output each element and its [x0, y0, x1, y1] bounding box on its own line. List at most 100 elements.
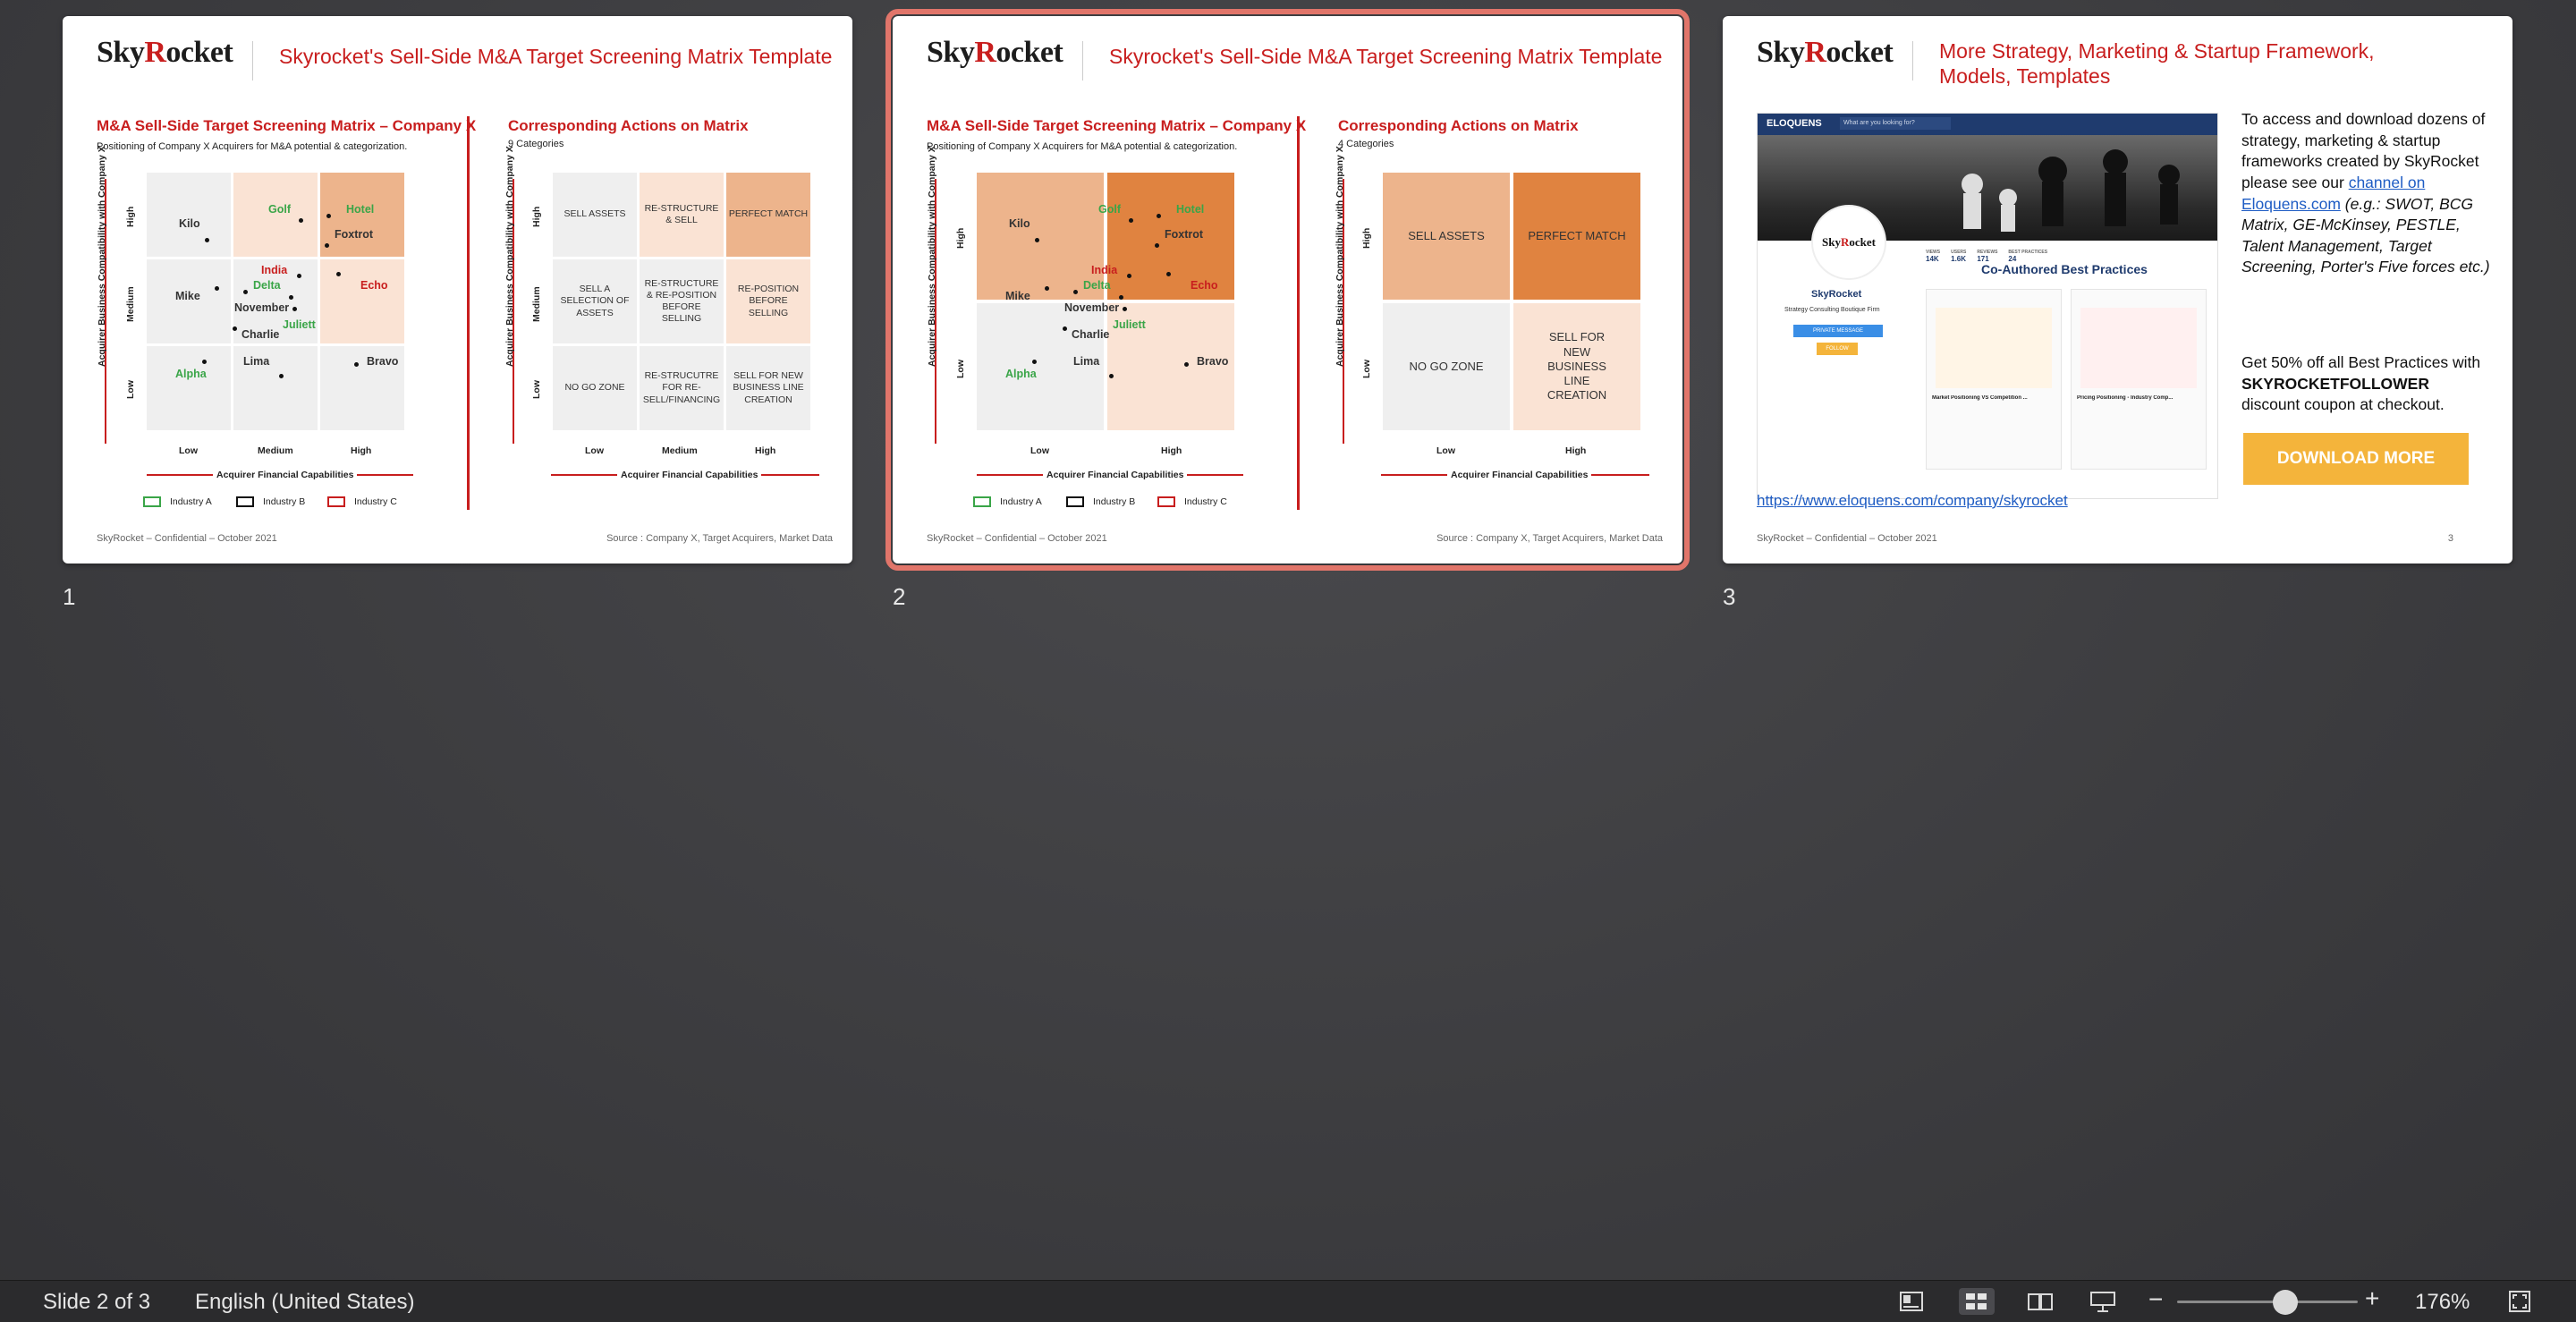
- eloquens-brand: ELOQUENS: [1767, 118, 1822, 129]
- x-tick-high: High: [1565, 445, 1587, 456]
- eloquens-page-screenshot: ELOQUENS What are you looking for? Sky Ro…: [1757, 113, 2218, 499]
- x-tick-high: High: [351, 445, 372, 456]
- point-label-charlie: Charlie: [242, 328, 280, 341]
- action-cell: PERFECT MATCH: [1513, 173, 1640, 300]
- matrix-heading: M&A Sell-Side Target Screening Matrix – …: [927, 117, 1307, 134]
- slide-indicator: Slide 2 of 3: [43, 1290, 151, 1314]
- point-dot: [336, 272, 341, 276]
- point-dot: [1155, 243, 1159, 248]
- point-label-echo: Echo: [360, 279, 388, 292]
- section-divider: [1297, 116, 1300, 510]
- point-label-kilo: Kilo: [179, 217, 200, 230]
- download-more-button[interactable]: DOWNLOAD MORE: [2243, 433, 2469, 485]
- point-dot: [354, 362, 359, 367]
- actions-heading: Corresponding Actions on Matrix: [1338, 117, 1579, 134]
- discount-text: Get 50% off all Best Practices with SKYR…: [2241, 353, 2481, 414]
- legend-label: Industry A: [170, 496, 212, 507]
- card-image: [2080, 308, 2197, 388]
- notes-view-icon[interactable]: [1896, 1288, 1927, 1315]
- slide-thumbnail-1[interactable]: SkyRocket Skyrocket's Sell-Side M&A Targ…: [63, 16, 852, 564]
- point-label-golf: Golf: [268, 203, 291, 216]
- point-label-lima: Lima: [243, 355, 270, 368]
- matrix-subheading: Positioning of Company X Acquirers for M…: [927, 141, 1238, 152]
- point-dot: [279, 374, 284, 378]
- action-cell: NO GO ZONE: [553, 346, 637, 430]
- language-indicator[interactable]: English (United States): [195, 1290, 414, 1315]
- x-axis-title: Acquirer Financial Capabilities: [1447, 470, 1592, 480]
- point-label-bravo: Bravo: [367, 355, 399, 368]
- follow-button: FOLLOW: [1817, 343, 1858, 355]
- practice-card-1: Market Positioning VS Competition ...: [1926, 289, 2062, 470]
- y-axis-title: Acquirer Business Compatibility with Com…: [97, 146, 107, 367]
- eloquens-url-link[interactable]: https://www.eloquens.com/company/skyrock…: [1757, 492, 2068, 510]
- screening-matrix: Kilo Golf Hotel Foxtrot India Delta Mike…: [147, 173, 404, 430]
- point-dot: [297, 274, 301, 278]
- zoom-slider-thumb[interactable]: [2273, 1290, 2299, 1315]
- legend-label: Industry B: [263, 496, 306, 507]
- zoom-in-icon[interactable]: +: [2365, 1284, 2379, 1313]
- intro-text: To access and download dozens of strateg…: [2241, 110, 2490, 276]
- footer-confidential: SkyRocket – Confidential – October 2021: [927, 533, 1107, 544]
- y-tick-low: Low: [125, 380, 136, 399]
- point-dot: [1127, 274, 1131, 278]
- matrix-cell: [147, 346, 231, 430]
- logo-divider: [1082, 41, 1083, 81]
- zoom-level[interactable]: 176%: [2415, 1290, 2470, 1315]
- point-dot: [326, 214, 331, 218]
- point-label-juliett: Juliett: [1113, 318, 1146, 331]
- footer-source: Source : Company X, Target Acquirers, Ma…: [1436, 533, 1663, 544]
- y-tick-high: High: [955, 227, 966, 249]
- y-tick-low: Low: [1361, 360, 1372, 378]
- skyrocket-logo: SkyRocket: [97, 36, 233, 69]
- x-tick-low: Low: [1030, 445, 1049, 456]
- y-tick-high: High: [125, 206, 136, 227]
- point-label-november: November: [234, 301, 290, 314]
- action-cell: SELL ASSETS: [1383, 173, 1510, 300]
- point-dot: [243, 290, 248, 294]
- point-dot: [1119, 295, 1123, 300]
- actions-heading: Corresponding Actions on Matrix: [508, 117, 749, 134]
- zoom-out-icon[interactable]: −: [2148, 1285, 2163, 1314]
- presenter-view-icon[interactable]: [2088, 1288, 2118, 1315]
- card-title: Market Positioning VS Competition ...: [1932, 395, 2028, 401]
- point-label-alpha: Alpha: [1005, 368, 1037, 380]
- x-axis-title: Acquirer Financial Capabilities: [1043, 470, 1188, 480]
- point-label-hotel: Hotel: [346, 203, 375, 216]
- y-axis-title: Acquirer Business Compatibility with Com…: [927, 146, 937, 367]
- point-label-delta: Delta: [253, 279, 281, 292]
- point-label-mike: Mike: [175, 290, 200, 302]
- point-dot: [292, 307, 297, 311]
- profile-avatar: Sky Rocket: [1811, 205, 1886, 280]
- legend-swatch-industry-b: [1066, 496, 1084, 507]
- point-label-foxtrot: Foxtrot: [1165, 228, 1204, 241]
- point-dot: [1073, 290, 1078, 294]
- point-dot: [1045, 286, 1049, 291]
- logo-divider: [1912, 41, 1913, 81]
- practice-card-2: Pricing Positioning - Industry Comp...: [2071, 289, 2207, 470]
- point-dot: [1166, 272, 1171, 276]
- y-tick-medium: Medium: [125, 286, 136, 322]
- slide-sorter-view-icon[interactable]: [1959, 1288, 1995, 1315]
- point-label-delta: Delta: [1083, 279, 1111, 292]
- action-cell: SELL A SELECTION OF ASSETS: [553, 259, 637, 343]
- point-label-golf: Golf: [1098, 203, 1121, 216]
- x-axis-title: Acquirer Financial Capabilities: [213, 470, 358, 480]
- slide-thumbnail-2[interactable]: SkyRocket Skyrocket's Sell-Side M&A Targ…: [886, 9, 1690, 571]
- logo-divider: [252, 41, 253, 81]
- eloquens-header-bar: ELOQUENS What are you looking for?: [1758, 114, 2217, 135]
- matrix-cell: [320, 259, 404, 343]
- reading-view-icon[interactable]: [2025, 1288, 2055, 1315]
- point-dot: [1157, 214, 1161, 218]
- legend-swatch-industry-a: [143, 496, 161, 507]
- zoom-slider[interactable]: [2177, 1301, 2358, 1303]
- slide-thumbnail-3[interactable]: SkyRocket More Strategy, Marketing & Sta…: [1723, 16, 2512, 564]
- point-dot: [1184, 362, 1189, 367]
- y-tick-high: High: [531, 206, 542, 227]
- point-dot: [233, 326, 237, 331]
- point-label-bravo: Bravo: [1197, 355, 1229, 368]
- action-cell: SELL FOR NEW BUSINESS LINE CREATION: [1513, 303, 1640, 430]
- point-dot: [215, 286, 219, 291]
- eloquens-search: What are you looking for?: [1840, 117, 1951, 130]
- fit-to-window-icon[interactable]: [2504, 1288, 2535, 1315]
- actions-subheading: 9 Categories: [508, 139, 564, 149]
